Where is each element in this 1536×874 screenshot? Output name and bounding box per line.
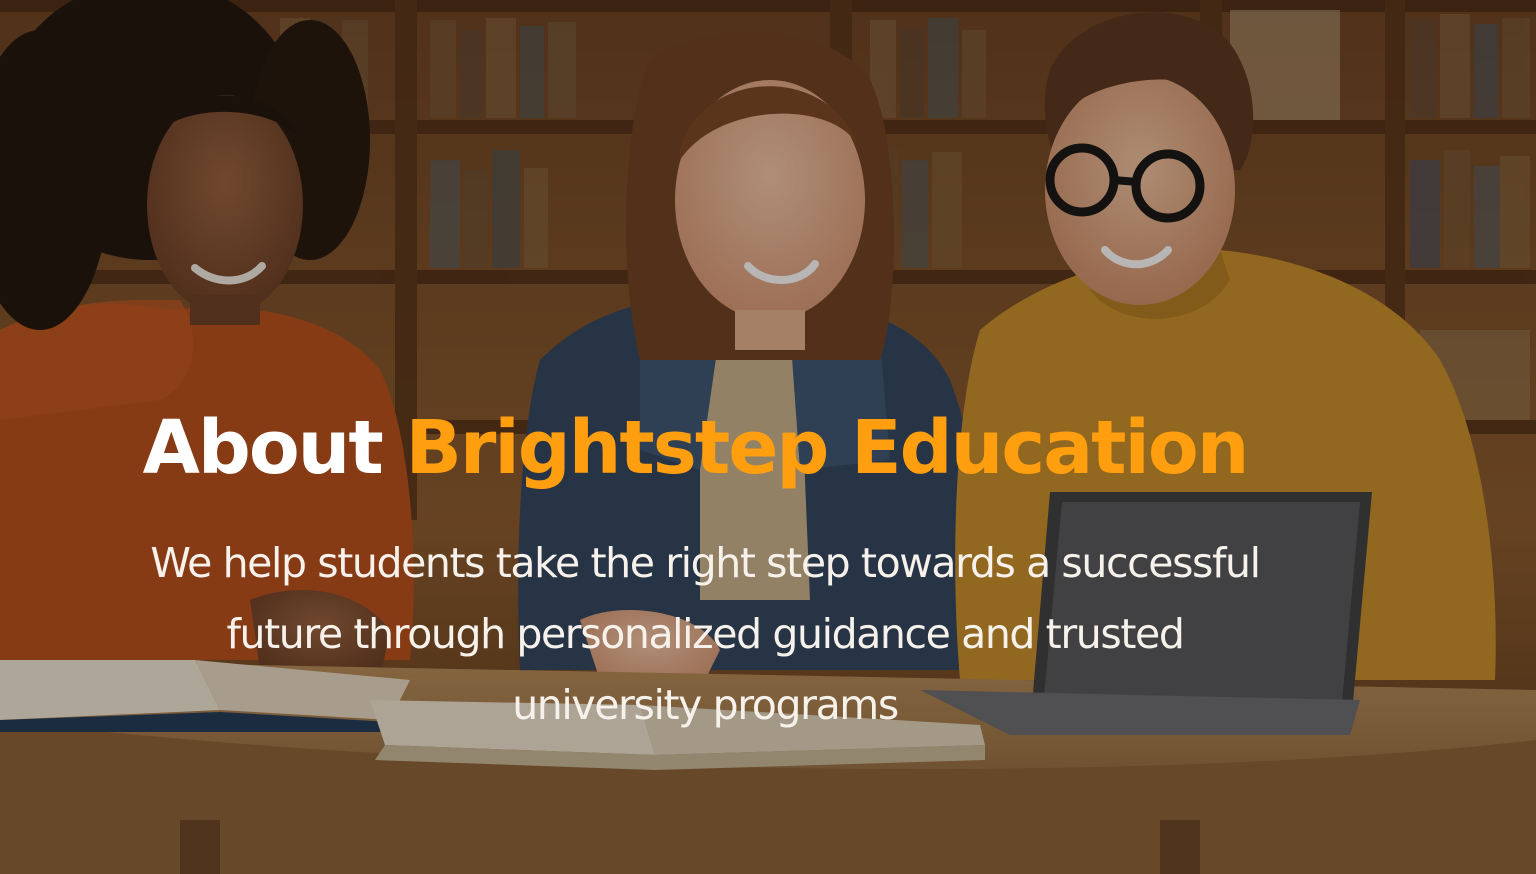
title-prefix: About xyxy=(142,405,384,491)
subtitle-line-1: We help students take the right step tow… xyxy=(150,539,1261,587)
hero-banner: About Brightstep Education We help stude… xyxy=(0,0,1536,874)
subtitle-line-2: future through personalized guidance and… xyxy=(226,610,1185,658)
page-title: About Brightstep Education xyxy=(0,400,1390,496)
title-brand-highlight: Brightstep Education xyxy=(405,405,1250,491)
hero-subtitle: We help students take the right step tow… xyxy=(90,528,1320,741)
subtitle-line-3: university programs xyxy=(512,681,899,729)
